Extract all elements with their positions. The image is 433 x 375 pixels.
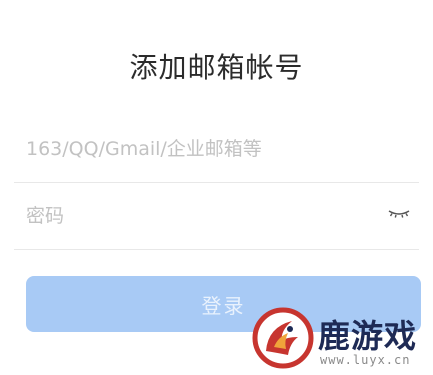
password-input[interactable] [26,197,366,235]
email-input[interactable] [26,130,366,168]
email-field-container [14,116,419,183]
password-field-container [14,183,419,250]
page-title: 添加邮箱帐号 [129,51,304,84]
watermark: 鹿游戏 www.luyx.cn [252,303,433,375]
eye-closed-icon[interactable] [387,205,411,221]
watermark-name: 鹿游戏 [318,317,418,355]
watermark-url: www.luyx.cn [320,353,411,367]
deer-logo-icon [252,307,314,369]
